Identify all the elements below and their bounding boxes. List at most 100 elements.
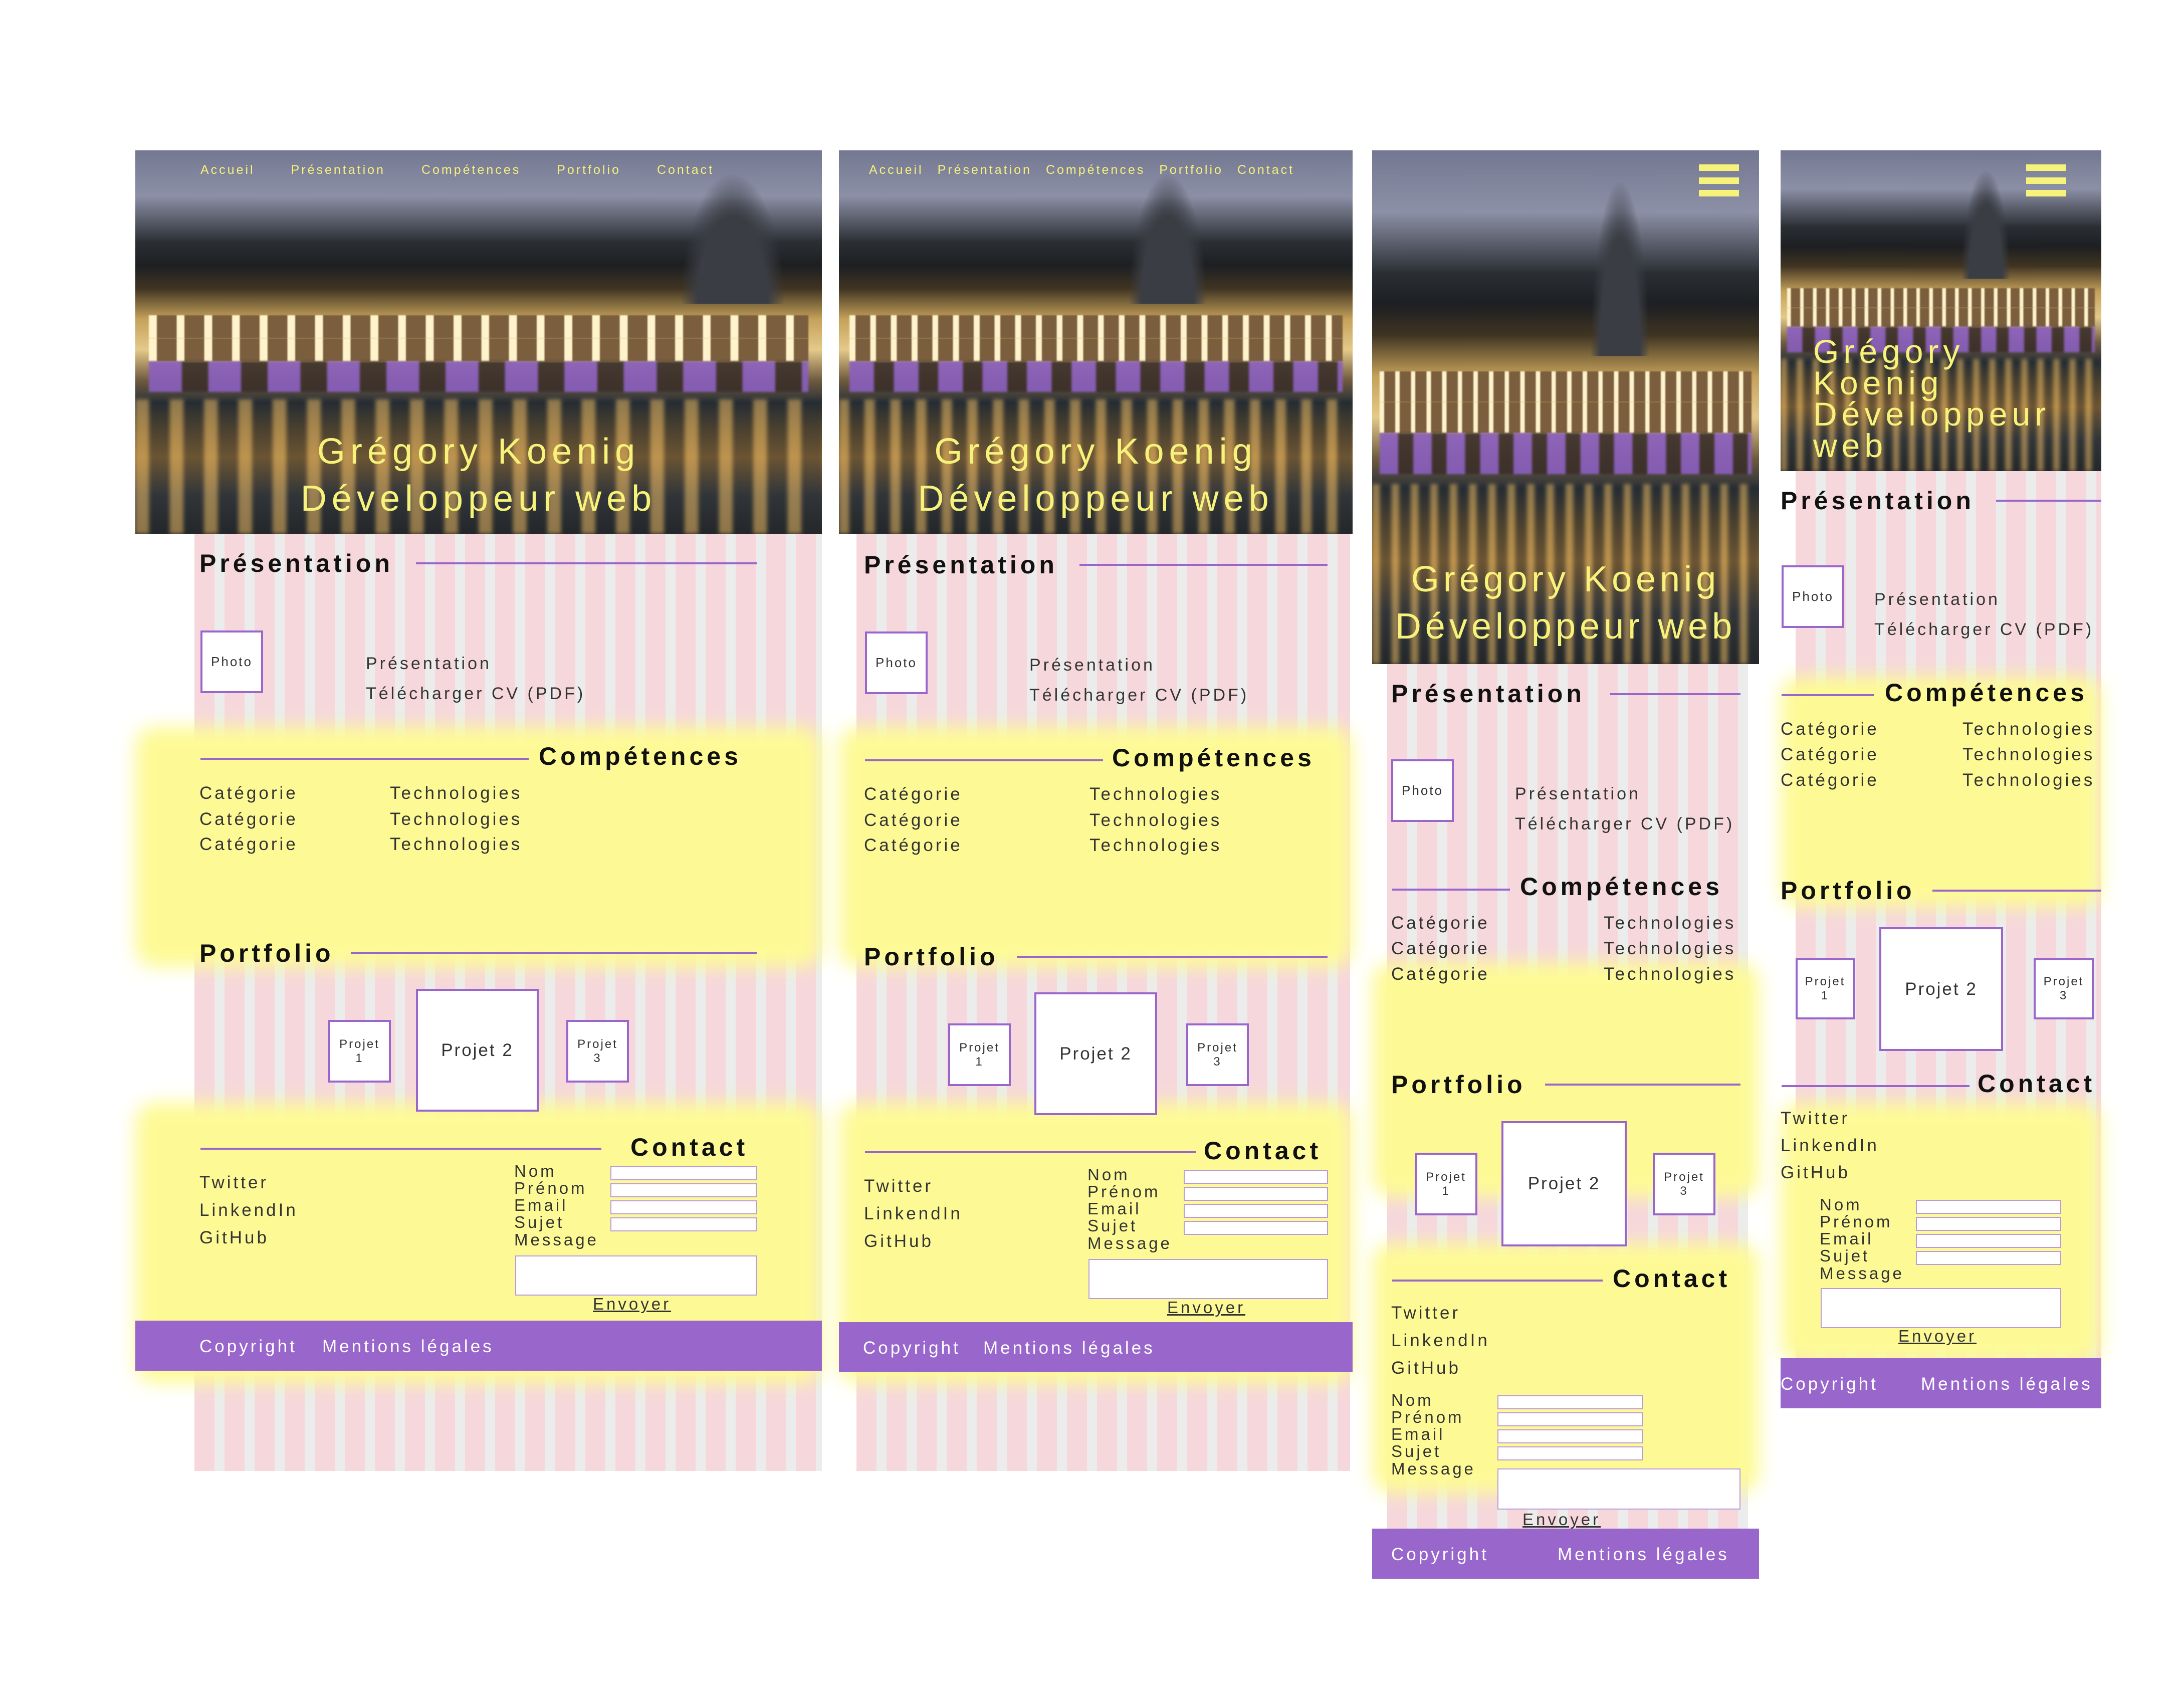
email-input[interactable] — [1184, 1204, 1328, 1218]
project-label: Projet — [577, 1037, 618, 1051]
message-textarea[interactable] — [1821, 1288, 2061, 1328]
nom-input[interactable] — [610, 1166, 757, 1180]
linkedin-link[interactable]: LinkendIn — [199, 1200, 298, 1220]
project-card-3[interactable]: Projet 3 — [1653, 1153, 1715, 1215]
nom-input[interactable] — [1916, 1200, 2061, 1214]
highlight-skills — [1781, 677, 2101, 907]
skill-category: Catégorie — [1781, 745, 1879, 764]
github-link[interactable]: GitHub — [1781, 1163, 1850, 1183]
download-cv-link[interactable]: Télécharger CV (PDF) — [366, 684, 585, 704]
skill-category: Catégorie — [199, 783, 298, 803]
hero-role: Développeur web — [1395, 606, 1736, 647]
legal-link[interactable]: Mentions légales — [983, 1338, 1155, 1358]
nav-competences[interactable]: Compétences — [421, 163, 521, 177]
twitter-link[interactable]: Twitter — [864, 1176, 933, 1196]
hero-role-first: Développeur — [1813, 395, 2051, 433]
legal-link[interactable]: Mentions légales — [1921, 1374, 2093, 1394]
section-title-skills: Compétences — [539, 742, 742, 770]
hamburger-menu-icon[interactable] — [1699, 164, 1739, 196]
nav-competences[interactable]: Compétences — [1046, 163, 1145, 177]
project-card-3[interactable]: Projet 3 — [2034, 958, 2094, 1019]
sujet-input[interactable] — [1497, 1446, 1643, 1460]
nav-presentation[interactable]: Présentation — [938, 163, 1032, 177]
project-card-1[interactable]: Projet 1 — [1415, 1153, 1477, 1215]
label-message: Message — [1087, 1234, 1172, 1252]
email-input[interactable] — [610, 1200, 757, 1214]
twitter-link[interactable]: Twitter — [199, 1173, 269, 1193]
twitter-link[interactable]: Twitter — [1781, 1109, 1850, 1129]
section-rule — [1782, 694, 1874, 696]
section-title-presentation: Présentation — [199, 549, 393, 577]
project-label: Projet — [1664, 1170, 1704, 1184]
github-link[interactable]: GitHub — [864, 1231, 934, 1251]
message-textarea[interactable] — [1497, 1468, 1740, 1510]
nav-portfolio[interactable]: Portfolio — [557, 163, 621, 177]
email-input[interactable] — [1916, 1234, 2061, 1248]
hero-name: Grégory Koenig — [1411, 559, 1720, 599]
submit-button[interactable]: Envoyer — [1898, 1327, 1977, 1346]
nav-accueil[interactable]: Accueil — [869, 163, 924, 177]
submit-button[interactable]: Envoyer — [593, 1295, 671, 1314]
download-cv-link[interactable]: Télécharger CV (PDF) — [1029, 686, 1249, 705]
linkedin-link[interactable]: LinkendIn — [1781, 1136, 1879, 1156]
label-nom: Nom — [1391, 1391, 1434, 1409]
photo-placeholder: Photo — [1782, 565, 1844, 628]
label-prenom: Prénom — [514, 1179, 587, 1197]
section-title-portfolio: Portfolio — [864, 943, 999, 971]
twitter-link[interactable]: Twitter — [1391, 1303, 1460, 1323]
submit-button[interactable]: Envoyer — [1522, 1510, 1601, 1529]
legal-link[interactable]: Mentions légales — [1558, 1545, 1729, 1565]
message-textarea[interactable] — [515, 1255, 757, 1296]
nav-presentation[interactable]: Présentation — [291, 163, 385, 177]
prenom-input[interactable] — [1184, 1187, 1328, 1201]
nav-accueil[interactable]: Accueil — [200, 163, 255, 177]
nav-contact[interactable]: Contact — [657, 163, 714, 177]
copyright-text: Copyright — [1391, 1545, 1489, 1564]
project-card-2[interactable]: Projet 2 — [416, 989, 539, 1112]
submit-button[interactable]: Envoyer — [1167, 1298, 1245, 1317]
github-link[interactable]: GitHub — [1391, 1358, 1461, 1378]
hamburger-menu-icon[interactable] — [2026, 164, 2066, 196]
nom-input[interactable] — [1497, 1395, 1643, 1409]
photo-placeholder: Photo — [1391, 759, 1454, 822]
nav-contact[interactable]: Contact — [1237, 163, 1294, 177]
project-number: 3 — [2059, 989, 2068, 1002]
hero-name: Grégory Koenig — [934, 432, 1257, 472]
presentation-text: Présentation — [1515, 784, 1641, 803]
prenom-input[interactable] — [1916, 1217, 2061, 1231]
project-card-2[interactable]: Projet 2 — [1034, 992, 1157, 1115]
project-card-1[interactable]: Projet 1 — [948, 1023, 1011, 1086]
section-title-skills: Compétences — [1112, 744, 1315, 772]
project-number: 1 — [975, 1054, 984, 1069]
github-link[interactable]: GitHub — [199, 1228, 269, 1248]
download-cv-link[interactable]: Télécharger CV (PDF) — [1515, 814, 1734, 834]
message-textarea[interactable] — [1088, 1259, 1328, 1299]
label-nom: Nom — [1087, 1165, 1130, 1184]
project-card-1[interactable]: Projet 1 — [328, 1020, 391, 1083]
top-navigation: Accueil Présentation Compétences Portfol… — [200, 163, 714, 177]
email-input[interactable] — [1497, 1429, 1643, 1443]
nom-input[interactable] — [1184, 1170, 1328, 1184]
project-card-2[interactable]: Projet 2 — [1501, 1121, 1627, 1246]
project-card-3[interactable]: Projet 3 — [566, 1020, 629, 1083]
hero-title: Grégory Koenig Développeur web — [1813, 335, 2051, 462]
prenom-input[interactable] — [610, 1183, 757, 1197]
legal-link[interactable]: Mentions légales — [322, 1337, 494, 1357]
project-label: Projet — [1426, 1170, 1466, 1184]
sujet-input[interactable] — [610, 1217, 757, 1231]
mockup-desktop-compact: Accueil Présentation Compétences Portfol… — [839, 150, 1353, 1471]
prenom-input[interactable] — [1497, 1412, 1643, 1426]
project-card-1[interactable]: Projet 1 — [1796, 958, 1855, 1019]
project-card-3[interactable]: Projet 3 — [1186, 1023, 1249, 1086]
nav-portfolio[interactable]: Portfolio — [1159, 163, 1223, 177]
sujet-input[interactable] — [1184, 1221, 1328, 1235]
mockup-mobile: Grégory Koenig Développeur web Présentat… — [1781, 150, 2101, 1413]
project-card-2[interactable]: Projet 2 — [1879, 927, 2003, 1051]
linkedin-link[interactable]: LinkendIn — [864, 1204, 963, 1224]
linkedin-link[interactable]: LinkendIn — [1391, 1331, 1490, 1351]
download-cv-link[interactable]: Télécharger CV (PDF) — [1874, 620, 2094, 640]
section-title-presentation: Présentation — [864, 551, 1058, 579]
section-title-skills: Compétences — [1885, 679, 2088, 707]
sujet-input[interactable] — [1916, 1251, 2061, 1265]
label-sujet: Sujet — [514, 1213, 565, 1231]
